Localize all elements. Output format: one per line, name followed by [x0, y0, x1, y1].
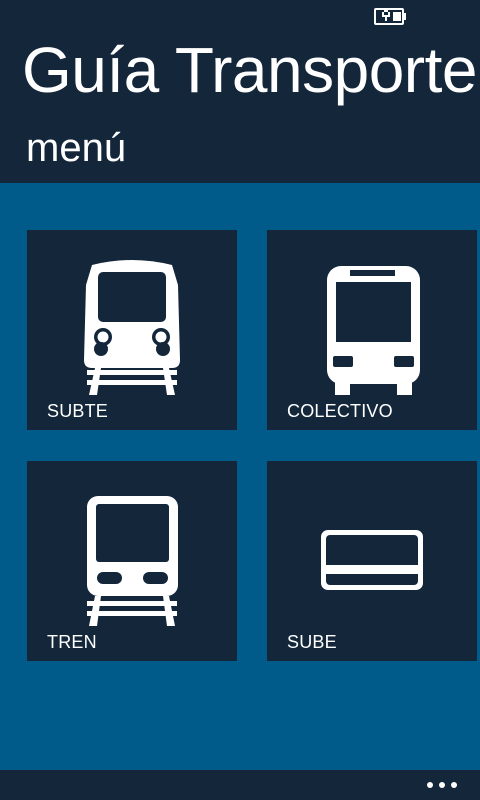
bus-icon [327, 266, 420, 395]
tile-label: SUBE [287, 632, 337, 652]
app-bar [0, 770, 480, 800]
battery-charging-icon [374, 8, 406, 25]
tile-label: TREN [47, 632, 97, 652]
tile-label: COLECTIVO [287, 401, 393, 421]
train-icon [87, 496, 178, 626]
status-bar [0, 0, 480, 32]
app-title: Guía Transporte Bs As [22, 34, 480, 106]
page-title: menú [26, 126, 127, 170]
tile-tren[interactable]: TREN [27, 461, 237, 661]
tile-sube[interactable]: SUBE [267, 461, 477, 661]
tile-colectivo[interactable]: COLECTIVO [267, 230, 477, 430]
header: Guía Transporte Bs As menú [0, 0, 480, 183]
tile-label: SUBTE [47, 401, 109, 421]
card-icon [321, 530, 423, 590]
subway-train-icon [84, 260, 180, 395]
more-ellipsis-icon[interactable] [422, 776, 462, 794]
tile-subte[interactable]: SUBTE [27, 230, 237, 430]
